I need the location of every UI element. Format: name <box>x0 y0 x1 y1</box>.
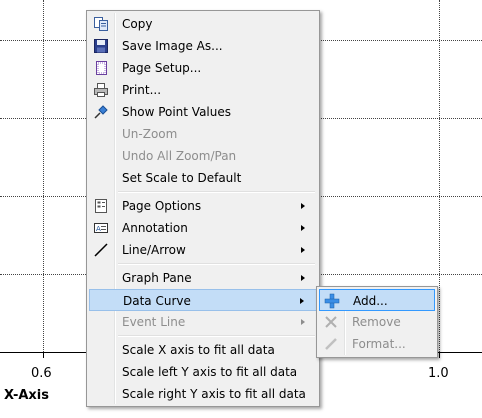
submenu-arrow-icon <box>300 298 304 304</box>
menu-item-label: Graph Pane <box>122 271 192 285</box>
menu-item-set-scale-default[interactable]: Set Scale to Default <box>89 167 317 189</box>
print-icon <box>93 82 109 98</box>
menu-item-print[interactable]: Print... <box>89 79 317 101</box>
menu-separator <box>118 263 315 265</box>
menu-item-line-arrow[interactable]: Line/Arrow <box>89 239 317 261</box>
submenu-item-label: Remove <box>352 315 401 329</box>
submenu-item-label: Add... <box>353 294 388 308</box>
context-menu: Copy Save Image As... Page Setup... Prin… <box>86 10 320 407</box>
pencil-icon <box>323 336 339 352</box>
menu-item-scale-x-axis[interactable]: Scale X axis to fit all data <box>89 339 317 361</box>
menu-item-data-curve[interactable]: Data Curve <box>89 289 317 311</box>
submenu-arrow-icon <box>301 319 305 325</box>
x-tick <box>439 352 440 358</box>
menu-item-copy[interactable]: Copy <box>89 13 317 35</box>
submenu-arrow-icon <box>301 225 305 231</box>
menu-item-label: Copy <box>122 17 153 31</box>
menu-item-event-line[interactable]: Event Line <box>89 311 317 333</box>
grid-line <box>43 0 44 352</box>
pin-icon <box>93 104 109 120</box>
menu-item-label: Save Image As... <box>122 39 223 53</box>
menu-item-annotation[interactable]: A Annotation <box>89 217 317 239</box>
x-axis-title: X-Axis <box>4 388 49 403</box>
menu-item-scale-right-y-axis[interactable]: Scale right Y axis to fit all data <box>89 383 317 405</box>
menu-item-page-setup[interactable]: Page Setup... <box>89 57 317 79</box>
submenu-item-format[interactable]: Format... <box>319 333 435 355</box>
menu-item-label: Scale X axis to fit all data <box>122 343 275 357</box>
menu-item-label: Annotation <box>122 221 188 235</box>
menu-item-label: Page Options <box>122 199 202 213</box>
menu-separator <box>118 191 315 193</box>
menu-item-label: Print... <box>122 83 162 97</box>
menu-item-save-image[interactable]: Save Image As... <box>89 35 317 57</box>
menu-item-label: Un-Zoom <box>122 127 178 141</box>
submenu-arrow-icon <box>301 275 305 281</box>
svg-text:A: A <box>96 225 101 233</box>
annotation-icon: A <box>93 220 109 236</box>
submenu-item-add[interactable]: Add... <box>319 289 435 311</box>
menu-item-label: Set Scale to Default <box>122 171 242 185</box>
menu-item-scale-left-y-axis[interactable]: Scale left Y axis to fit all data <box>89 361 317 383</box>
menu-item-show-point-values[interactable]: Show Point Values <box>89 101 317 123</box>
menu-item-un-zoom[interactable]: Un-Zoom <box>89 123 317 145</box>
copy-icon <box>93 16 109 32</box>
submenu-item-label: Format... <box>352 337 406 351</box>
submenu-item-remove[interactable]: Remove <box>319 311 435 333</box>
menu-item-label: Line/Arrow <box>122 243 186 257</box>
menu-item-label: Scale left Y axis to fit all data <box>122 365 298 379</box>
menu-item-label: Undo All Zoom/Pan <box>122 149 237 163</box>
page-setup-icon <box>93 60 109 76</box>
menu-separator <box>118 335 315 337</box>
save-icon <box>93 38 109 54</box>
menu-item-label: Event Line <box>122 315 186 329</box>
menu-item-graph-pane[interactable]: Graph Pane <box>89 267 317 289</box>
submenu-arrow-icon <box>301 203 305 209</box>
data-curve-submenu: Add... Remove Format... <box>316 286 438 358</box>
submenu-arrow-icon <box>301 247 305 253</box>
x-tick <box>43 352 44 358</box>
plus-icon <box>324 293 340 309</box>
menu-item-undo-all-zoom-pan[interactable]: Undo All Zoom/Pan <box>89 145 317 167</box>
page-options-icon <box>93 198 109 214</box>
line-icon <box>93 242 109 258</box>
menu-item-label: Show Point Values <box>122 105 232 119</box>
x-tick-label: 0.6 <box>31 366 52 381</box>
grid-line <box>439 0 440 352</box>
menu-item-page-options[interactable]: Page Options <box>89 195 317 217</box>
menu-item-label: Page Setup... <box>122 61 202 75</box>
remove-icon <box>323 314 339 330</box>
menu-item-label: Scale right Y axis to fit all data <box>122 387 306 401</box>
menu-item-label: Data Curve <box>123 294 191 308</box>
x-tick-label: 1.0 <box>428 366 449 381</box>
